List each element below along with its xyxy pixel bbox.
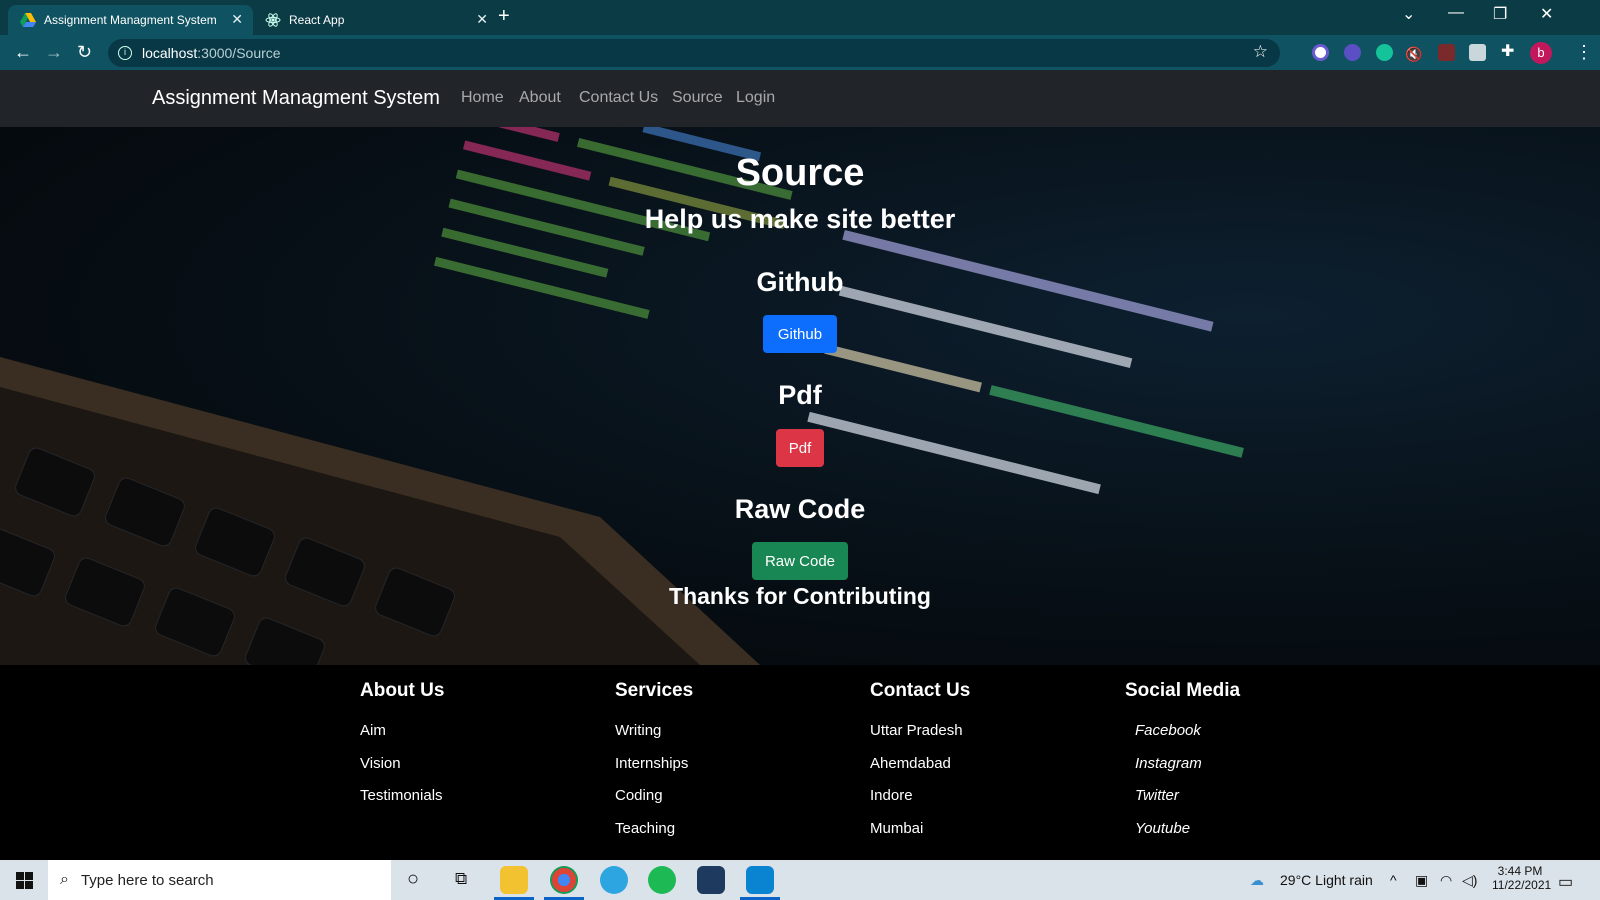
- raw-code-heading: Raw Code: [734, 494, 866, 524]
- footer-link[interactable]: Uttar Pradesh: [870, 722, 970, 755]
- site-footer: About Us Aim Vision Testimonials Service…: [0, 665, 1600, 860]
- footer-link[interactable]: Testimonials: [360, 787, 444, 820]
- footer-column-services: Services Writing Internships Coding Teac…: [615, 680, 693, 852]
- close-tab-icon[interactable]: ✕: [231, 11, 243, 28]
- extension-rocket-icon[interactable]: [1438, 44, 1455, 61]
- spotify-icon[interactable]: [648, 866, 676, 894]
- pdf-heading: Pdf: [778, 380, 822, 410]
- mute-icon[interactable]: 🔇: [1405, 45, 1422, 63]
- windows-start-icon[interactable]: [16, 872, 33, 889]
- reload-icon[interactable]: ↻: [77, 43, 92, 61]
- footer-link[interactable]: Facebook: [1125, 722, 1240, 755]
- nav-link-about[interactable]: About: [519, 89, 561, 107]
- footer-link[interactable]: Indore: [870, 787, 970, 820]
- clock-time: 3:44 PM: [1497, 864, 1543, 878]
- extension-moon-icon[interactable]: [1344, 44, 1361, 61]
- weather-icon: ☁: [1250, 872, 1264, 888]
- telegram-icon[interactable]: [600, 866, 628, 894]
- nav-link-source[interactable]: Source: [672, 89, 723, 107]
- footer-link[interactable]: Internships: [615, 755, 693, 788]
- site-info-icon[interactable]: i: [118, 46, 132, 60]
- footer-link[interactable]: Coding: [615, 787, 693, 820]
- clock-date: 11/22/2021: [1492, 878, 1552, 892]
- windows-taskbar: ⌕ Type here to search ○ ⧉ ☁ 29°C Light r…: [0, 860, 1600, 900]
- tab-title: Assignment Managment System: [44, 13, 217, 27]
- chrome-icon[interactable]: [550, 866, 578, 894]
- nav-link-contact[interactable]: Contact Us: [579, 89, 658, 107]
- hero-section: Source Help us make site better Github G…: [0, 127, 1600, 665]
- footer-column-about: About Us Aim Vision Testimonials: [360, 680, 444, 820]
- footer-link[interactable]: Ahemdabad: [870, 755, 970, 788]
- close-window-icon[interactable]: ✕: [1540, 4, 1553, 24]
- url-field[interactable]: i localhost:3000/Source ☆: [108, 39, 1280, 67]
- nav-link-home[interactable]: Home: [461, 89, 504, 107]
- react-icon: [265, 13, 281, 27]
- thanks-text: Thanks for Contributing: [669, 583, 931, 609]
- app-window-icon[interactable]: [697, 866, 725, 894]
- bookmark-star-icon[interactable]: ☆: [1253, 42, 1268, 62]
- footer-link[interactable]: Vision: [360, 755, 444, 788]
- browser-tab-assignment[interactable]: Assignment Managment System ✕: [8, 5, 253, 35]
- profile-avatar[interactable]: b: [1530, 42, 1552, 64]
- back-icon[interactable]: ←: [14, 43, 32, 61]
- tab-title: React App: [289, 13, 345, 27]
- footer-link[interactable]: Mumbai: [870, 820, 970, 853]
- chrome-menu-icon[interactable]: ⋮: [1575, 43, 1593, 61]
- notifications-icon[interactable]: ▭: [1558, 872, 1573, 892]
- footer-link[interactable]: Twitter: [1125, 787, 1240, 820]
- raw-code-button[interactable]: Raw Code: [752, 542, 848, 580]
- footer-heading: Services: [615, 680, 694, 701]
- footer-link[interactable]: Youtube: [1125, 820, 1240, 853]
- footer-heading: Contact Us: [870, 680, 971, 701]
- grammarly-icon[interactable]: [1376, 44, 1393, 61]
- weather-text[interactable]: 29°C Light rain: [1280, 872, 1373, 888]
- tab-search-icon[interactable]: ⌄: [1402, 4, 1415, 24]
- page-title: Source: [735, 152, 865, 194]
- minimize-icon[interactable]: —: [1448, 4, 1464, 22]
- show-hidden-icons[interactable]: ^: [1390, 872, 1397, 888]
- footer-link[interactable]: Teaching: [615, 820, 693, 853]
- browser-tab-react[interactable]: React App ✕: [253, 5, 498, 35]
- navbar-brand[interactable]: Assignment Managment System: [152, 87, 440, 110]
- vscode-icon[interactable]: [746, 866, 774, 894]
- cortana-icon[interactable]: ○: [407, 868, 419, 891]
- extensions-puzzle-icon[interactable]: ✚: [1501, 43, 1514, 61]
- task-view-icon[interactable]: ⧉: [455, 869, 467, 889]
- wifi-icon[interactable]: ◠: [1440, 872, 1452, 889]
- footer-link[interactable]: Instagram: [1125, 755, 1240, 788]
- taskbar-search-placeholder: Type here to search: [80, 871, 214, 889]
- address-bar-row: ← → ↻ i localhost:3000/Source ☆ 🔇 ✚ b ⋮: [0, 35, 1600, 70]
- footer-column-social: Social Media Facebook Instagram Twitter …: [1125, 680, 1240, 852]
- new-tab-button[interactable]: +: [498, 5, 510, 28]
- drive-icon: [20, 13, 36, 27]
- footer-link[interactable]: Writing: [615, 722, 693, 755]
- footer-link[interactable]: Aim: [360, 722, 444, 755]
- github-heading: Github: [756, 267, 844, 297]
- footer-heading: Social Media: [1125, 680, 1241, 701]
- footer-heading: About Us: [360, 680, 445, 701]
- volume-icon[interactable]: ◁): [1462, 872, 1477, 889]
- forward-icon[interactable]: →: [45, 43, 63, 61]
- site-navbar: Assignment Managment System Home About C…: [0, 70, 1600, 127]
- url-path: :3000/Source: [197, 45, 281, 61]
- browser-tab-strip: Assignment Managment System ✕ React App …: [0, 0, 1600, 35]
- clock[interactable]: 3:44 PM 11/22/2021: [1492, 864, 1552, 892]
- extension-cookie-icon[interactable]: [1469, 44, 1486, 61]
- hero-content: Source Help us make site better Github G…: [0, 127, 1600, 665]
- file-explorer-icon[interactable]: [500, 866, 528, 894]
- footer-column-contact: Contact Us Uttar Pradesh Ahemdabad Indor…: [870, 680, 970, 852]
- nav-link-login[interactable]: Login: [736, 89, 775, 107]
- close-tab-icon[interactable]: ✕: [476, 11, 488, 28]
- page-subtitle: Help us make site better: [644, 204, 956, 234]
- meet-now-icon[interactable]: ▣: [1415, 872, 1428, 889]
- restore-icon[interactable]: ❐: [1493, 4, 1507, 24]
- github-button[interactable]: Github: [763, 315, 837, 353]
- extension-block-icon[interactable]: [1312, 44, 1329, 61]
- pdf-button[interactable]: Pdf: [776, 429, 824, 467]
- search-icon: ⌕: [60, 871, 69, 888]
- url-host: localhost: [142, 45, 198, 61]
- taskbar-search-box[interactable]: ⌕ Type here to search: [48, 860, 391, 900]
